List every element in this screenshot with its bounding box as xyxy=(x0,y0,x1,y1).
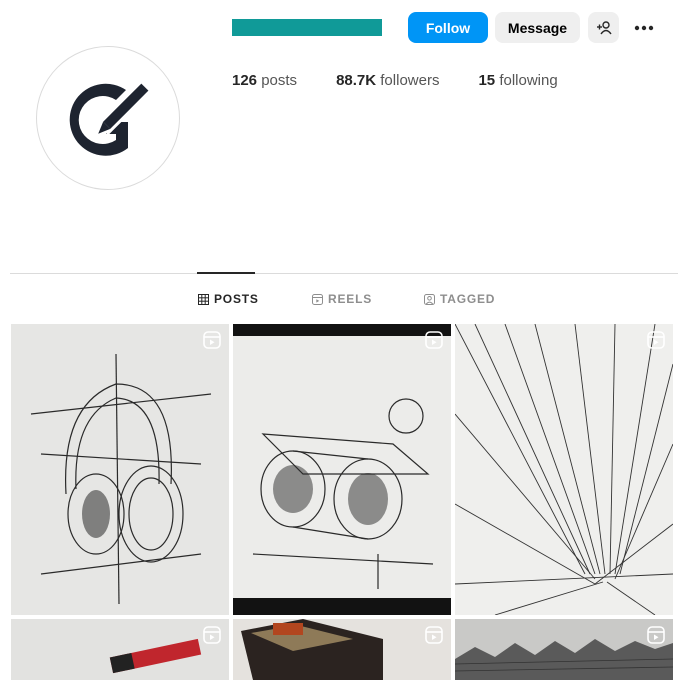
post-image xyxy=(455,324,673,615)
profile-avatar[interactable] xyxy=(36,46,180,190)
tagged-icon xyxy=(424,293,435,305)
reel-badge-icon xyxy=(647,626,665,644)
more-options-button[interactable] xyxy=(630,12,658,43)
post-image xyxy=(11,619,229,680)
tab-reels[interactable]: REELS xyxy=(312,292,372,306)
post-image xyxy=(233,619,451,680)
post-tile[interactable] xyxy=(11,619,229,680)
follow-button[interactable]: Follow xyxy=(408,12,488,43)
message-button[interactable]: Message xyxy=(495,12,580,43)
post-tile[interactable] xyxy=(233,324,451,615)
reel-badge-icon xyxy=(425,331,443,349)
post-tile[interactable] xyxy=(455,619,673,680)
post-tile[interactable] xyxy=(11,324,229,615)
tab-posts-label: POSTS xyxy=(214,292,259,306)
tab-reels-label: REELS xyxy=(328,292,373,306)
tab-tagged[interactable]: TAGGED xyxy=(424,292,495,306)
more-dots-icon xyxy=(634,25,654,30)
tab-tagged-label: TAGGED xyxy=(440,292,496,306)
post-image xyxy=(233,324,451,615)
tab-posts[interactable]: POSTS xyxy=(198,292,259,306)
reel-badge-icon xyxy=(203,331,221,349)
reel-badge-icon xyxy=(647,331,665,349)
post-tile[interactable] xyxy=(455,324,673,615)
post-image xyxy=(455,619,673,680)
add-user-icon xyxy=(596,20,612,34)
reel-badge-icon xyxy=(425,626,443,644)
brand-logo-icon xyxy=(69,78,150,156)
username-redacted xyxy=(232,19,382,36)
tabs-divider xyxy=(10,273,678,274)
posts-count: 126 posts xyxy=(232,72,298,89)
followers-count[interactable]: 88.7K followers xyxy=(336,72,439,89)
reels-icon xyxy=(312,293,323,305)
active-tab-indicator xyxy=(197,272,255,274)
post-image xyxy=(11,324,229,615)
following-count[interactable]: 15 following xyxy=(478,72,557,89)
profile-stats: 126 posts 88.7K followers 15 following xyxy=(232,72,558,89)
reel-badge-icon xyxy=(203,626,221,644)
post-tile[interactable] xyxy=(233,619,451,680)
grid-icon xyxy=(198,293,209,305)
suggest-user-button[interactable] xyxy=(588,12,619,43)
